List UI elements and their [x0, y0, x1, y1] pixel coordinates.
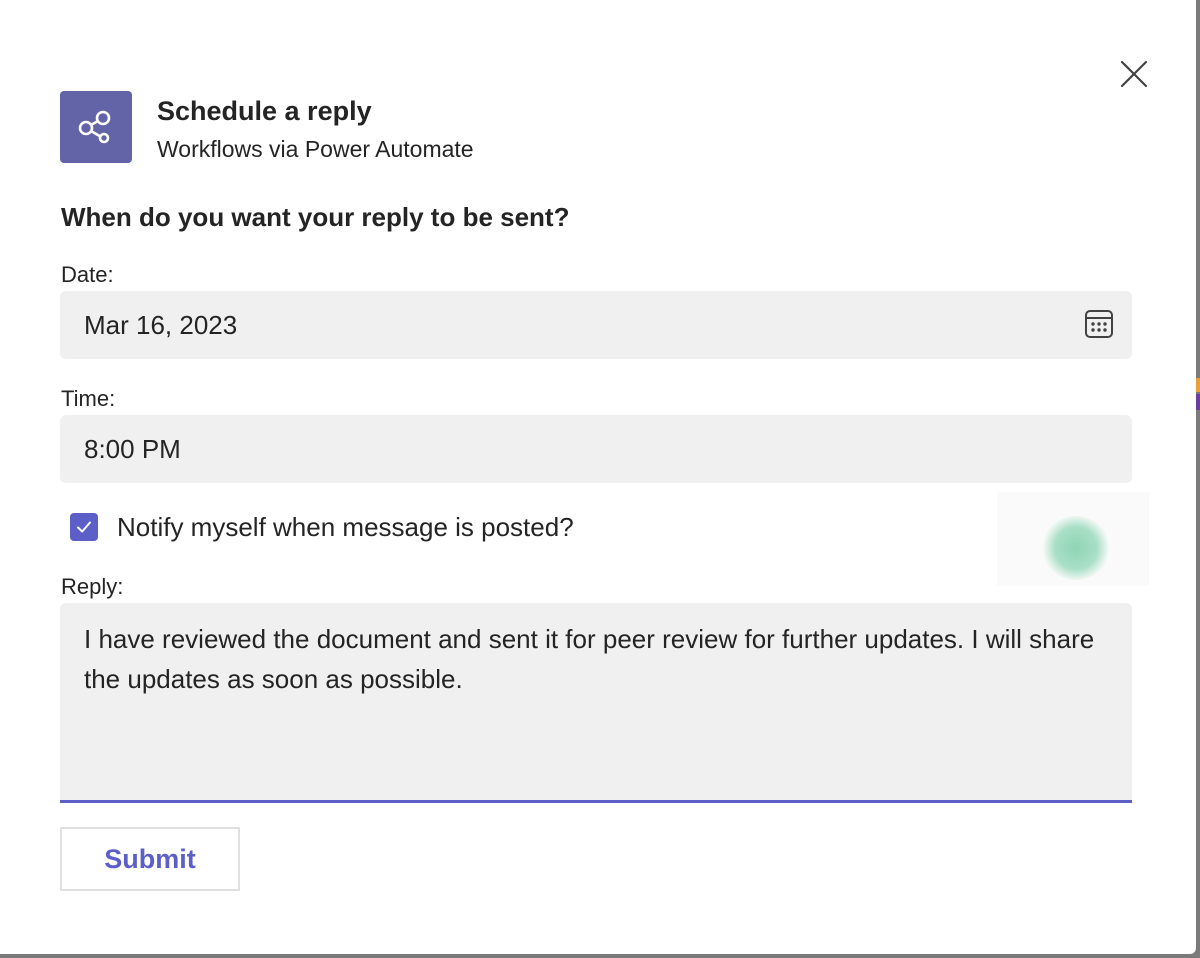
share-nodes-icon: [78, 110, 111, 144]
calendar-icon[interactable]: [1084, 308, 1114, 340]
reply-label: Reply:: [61, 574, 124, 599]
dialog-subtitle: Workflows via Power Automate: [157, 136, 474, 162]
time-value: 8:00 PM: [84, 433, 181, 464]
checkmark-icon: [77, 521, 91, 533]
reply-textarea[interactable]: I have reviewed the document and sent it…: [60, 603, 1132, 803]
reply-text: I have reviewed the document and sent it…: [84, 624, 1095, 694]
schedule-reply-dialog: Schedule a reply Workflows via Power Aut…: [0, 0, 1196, 954]
notify-checkbox[interactable]: [70, 513, 98, 541]
time-label: Time:: [61, 386, 116, 411]
blurred-avatar: [1042, 516, 1110, 580]
close-icon: [1120, 60, 1148, 88]
date-label: Date:: [61, 262, 114, 287]
background-app-edge: [1196, 378, 1200, 392]
close-button[interactable]: [1116, 56, 1152, 92]
time-picker[interactable]: 8:00 PM: [60, 415, 1132, 483]
date-picker[interactable]: Mar 16, 2023: [60, 291, 1132, 359]
dialog-title: Schedule a reply: [157, 96, 372, 126]
background-app-edge: [1196, 394, 1200, 410]
submit-button[interactable]: Submit: [60, 827, 240, 891]
notify-checkbox-label[interactable]: Notify myself when message is posted?: [117, 512, 574, 543]
form-question: When do you want your reply to be sent?: [61, 202, 570, 232]
date-value: Mar 16, 2023: [84, 309, 238, 340]
app-icon: [60, 91, 132, 163]
